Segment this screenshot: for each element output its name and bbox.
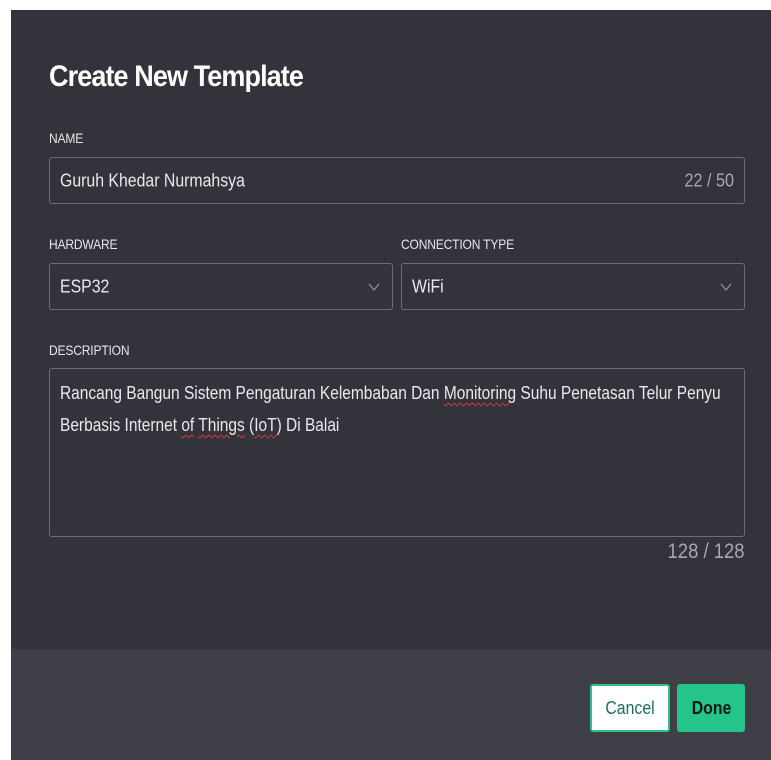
- create-template-dialog: Create New Template NAME Guruh Khedar Nu…: [11, 10, 771, 760]
- description-textarea[interactable]: Rancang Bangun Sistem Pengaturan Kelemba…: [49, 368, 745, 537]
- connection-type-label: CONNECTION TYPE: [401, 236, 514, 252]
- spellcheck-underlined-word: Things: [198, 415, 245, 435]
- name-char-counter: 22 / 50: [684, 170, 734, 190]
- name-label: NAME: [49, 130, 84, 146]
- description-label: DESCRIPTION: [49, 342, 130, 358]
- hardware-label: HARDWARE: [49, 236, 118, 252]
- dialog-body: Create New Template NAME Guruh Khedar Nu…: [11, 10, 771, 649]
- spellcheck-underlined-word: IoT: [254, 415, 277, 435]
- cancel-button[interactable]: Cancel: [590, 684, 670, 732]
- spellcheck-underlined-word: of: [181, 415, 195, 435]
- description-text-part: Rancang Bangun Sistem Pengaturan Kelemba…: [60, 383, 444, 403]
- chevron-down-icon: [720, 283, 732, 291]
- dialog-footer: Cancel Done: [11, 649, 771, 760]
- dialog-title: Create New Template: [49, 60, 304, 93]
- chevron-down-icon: [368, 283, 380, 291]
- description-text-part: (: [244, 415, 255, 435]
- description-text: Rancang Bangun Sistem Pengaturan Kelemba…: [60, 377, 731, 441]
- description-char-counter: 128 / 128: [667, 540, 745, 563]
- name-input-value: Guruh Khedar Nurmahsya: [60, 170, 245, 190]
- description-text-part: ) Di Balai: [276, 415, 340, 435]
- cancel-button-label: Cancel: [605, 697, 655, 718]
- connection-type-selected-value: WiFi: [412, 276, 444, 296]
- hardware-selected-value: ESP32: [60, 276, 110, 296]
- done-button-label: Done: [691, 697, 731, 718]
- done-button[interactable]: Done: [677, 684, 745, 732]
- hardware-select[interactable]: ESP32: [49, 263, 393, 310]
- spellcheck-underlined-word: Monitoring: [443, 383, 517, 403]
- name-input[interactable]: Guruh Khedar Nurmahsya 22 / 50: [49, 157, 745, 204]
- connection-type-select[interactable]: WiFi: [401, 263, 745, 310]
